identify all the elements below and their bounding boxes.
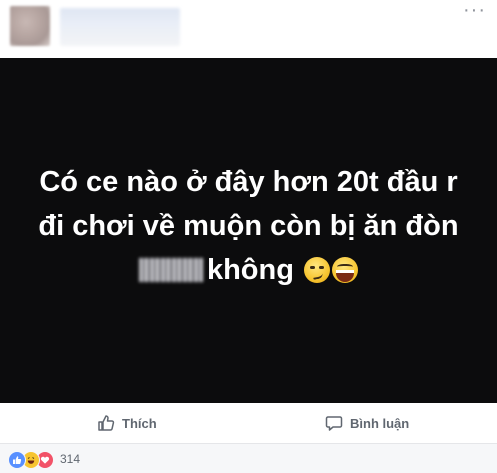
comment-icon	[325, 416, 343, 431]
post-image[interactable]: Có ce nào ở đây hơn 20t đầu r đi chơi về…	[0, 58, 497, 403]
post-text-line-2: đi chơi về muộn còn bị ăn đòn	[38, 209, 459, 242]
post-text-line-3: không	[14, 248, 484, 292]
smirk-emoji-icon	[304, 256, 331, 283]
author-avatar[interactable]	[10, 6, 50, 46]
blurred-word	[138, 257, 203, 282]
reactions-summary: 314	[0, 444, 497, 473]
like-button[interactable]: Thích	[97, 412, 157, 434]
reaction-count[interactable]: 314	[60, 452, 80, 466]
like-button-label: Thích	[122, 415, 157, 431]
thumbs-up-icon	[98, 415, 115, 431]
post-header: ···	[0, 0, 497, 58]
post-text-last-word: không	[206, 253, 294, 286]
post-text-line-1: Có ce nào ở đây hơn 20t đầu r	[39, 165, 458, 198]
author-name[interactable]	[60, 8, 180, 46]
post-actions-bar: Thích Bình luận	[0, 403, 497, 444]
like-reaction-icon	[8, 450, 26, 469]
post-image-text: Có ce nào ở đây hơn 20t đầu r đi chơi về…	[14, 160, 484, 292]
comment-button-label: Bình luận	[350, 415, 410, 431]
more-options-icon[interactable]: ···	[463, 0, 485, 20]
reaction-icons[interactable]	[8, 450, 54, 469]
grinning-emoji-icon	[332, 256, 359, 283]
comment-button[interactable]: Bình luận	[325, 412, 409, 434]
